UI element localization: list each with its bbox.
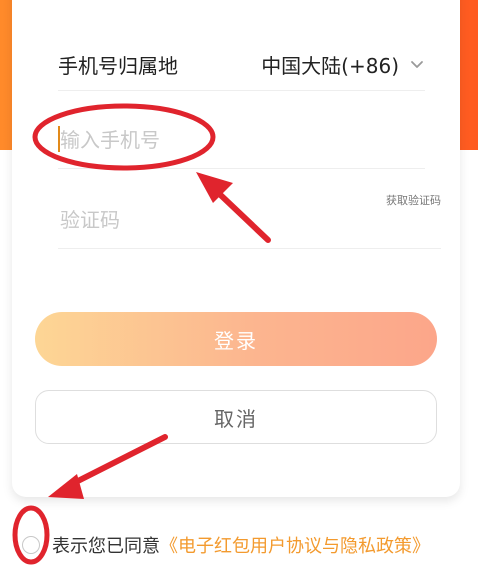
region-selector[interactable]: 手机号归属地 中国大陆(+86): [58, 38, 425, 91]
get-code-button[interactable]: 获取验证码: [386, 192, 441, 208]
agreement-text: 表示您已同意: [52, 536, 160, 557]
agreement-link[interactable]: 《电子红包用户协议与隐私政策》: [160, 532, 430, 558]
cancel-button[interactable]: 取消: [35, 390, 437, 444]
code-row: 获取验证码: [58, 190, 441, 249]
text-caret: [58, 126, 60, 152]
phone-row: [58, 110, 425, 169]
region-label: 手机号归属地: [58, 53, 178, 78]
verification-code-input[interactable]: [58, 200, 302, 240]
region-value[interactable]: 中国大陆(+86): [261, 50, 425, 79]
agreement-radio[interactable]: [22, 536, 40, 554]
agreement-row: 表示您已同意 《电子红包用户协议与隐私政策》: [22, 530, 472, 560]
login-button[interactable]: 登录: [35, 312, 437, 366]
phone-input[interactable]: [58, 120, 362, 160]
region-value-text: 中国大陆(+86): [261, 53, 399, 78]
chevron-down-icon: [411, 61, 423, 68]
